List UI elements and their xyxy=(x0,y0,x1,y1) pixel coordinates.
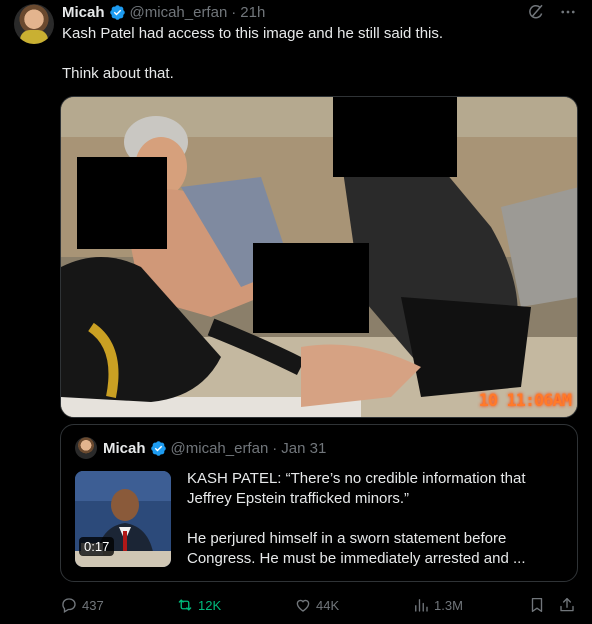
bookmark-icon xyxy=(531,597,543,613)
views-icon xyxy=(415,599,428,612)
post-action-bar: 437 12K 44K 1.3M xyxy=(60,594,580,616)
post-top-actions xyxy=(526,2,578,22)
author-name[interactable]: Micah xyxy=(62,4,105,21)
video-duration: 0:17 xyxy=(79,537,115,556)
post-text-line: Think about that. xyxy=(62,65,174,82)
verified-badge-icon xyxy=(109,4,125,20)
quoted-author-avatar xyxy=(75,437,97,459)
bookmark-button[interactable] xyxy=(528,594,546,616)
separator: · xyxy=(272,439,278,457)
separator: · xyxy=(231,3,237,21)
like-count: 44K xyxy=(316,597,340,613)
post-text-line: Kash Patel had access to this image and … xyxy=(62,25,444,42)
quoted-post-header: Micah @micah_erfan · Jan 31 xyxy=(75,437,326,459)
quoted-post-date: Jan 31 xyxy=(281,439,327,457)
share-icon xyxy=(560,597,574,612)
quoted-author-handle: @micah_erfan xyxy=(170,439,269,457)
quoted-author-name: Micah xyxy=(103,439,146,457)
author-avatar[interactable] xyxy=(14,4,54,44)
post-header: Micah @micah_erfan · 21h xyxy=(62,3,265,21)
like-icon xyxy=(296,599,310,612)
reply-count: 437 xyxy=(82,597,104,613)
repost-count: 12K xyxy=(198,597,222,613)
more-icon[interactable] xyxy=(558,2,578,22)
quoted-text-para: KASH PATEL: “There’s no credible informa… xyxy=(187,470,526,507)
like-button[interactable]: 44K xyxy=(294,594,339,616)
views-button[interactable]: 1.3M xyxy=(412,594,463,616)
photo-timestamp: 10 11:06AM xyxy=(478,391,572,411)
photo xyxy=(61,97,577,417)
post-text: Kash Patel had access to this image and … xyxy=(62,24,572,84)
quoted-text-para: He perjured himself in a sworn statement… xyxy=(187,530,526,567)
quoted-post-text: KASH PATEL: “There’s no credible informa… xyxy=(187,469,563,569)
grok-icon[interactable] xyxy=(526,2,546,22)
author-handle[interactable]: @micah_erfan xyxy=(130,4,228,21)
reply-icon xyxy=(62,598,76,613)
verified-badge-icon xyxy=(150,440,166,456)
view-count: 1.3M xyxy=(434,597,463,613)
repost-icon xyxy=(178,599,192,611)
quoted-post[interactable]: Micah @micah_erfan · Jan 31 0:17 KASH PA… xyxy=(60,424,578,582)
repost-button[interactable]: 12K xyxy=(176,594,221,616)
reply-button[interactable]: 437 xyxy=(60,594,104,616)
post-media-image[interactable]: 10 11:06AM xyxy=(60,96,578,418)
share-button[interactable] xyxy=(558,594,576,616)
post-time[interactable]: 21h xyxy=(240,4,265,21)
